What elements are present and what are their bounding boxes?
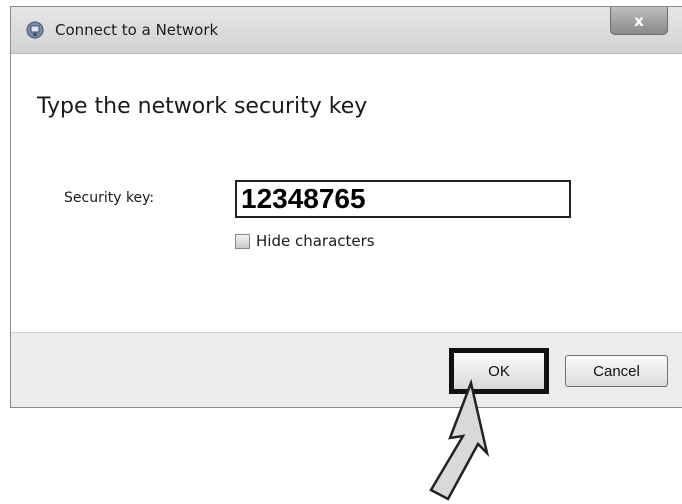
- hide-characters-option[interactable]: Hide characters: [235, 232, 375, 250]
- network-icon: [26, 21, 44, 39]
- close-button[interactable]: x: [610, 7, 668, 35]
- close-icon: x: [634, 11, 644, 30]
- button-bar: OK Cancel: [11, 332, 682, 407]
- cancel-button[interactable]: Cancel: [565, 355, 668, 387]
- ok-button[interactable]: OK: [449, 348, 549, 394]
- security-key-input[interactable]: [235, 180, 571, 218]
- connect-network-dialog: Connect to a Network x Type the network …: [10, 6, 682, 408]
- hide-characters-checkbox[interactable]: [235, 233, 250, 249]
- title-bar[interactable]: Connect to a Network x: [11, 7, 682, 54]
- page-title: Type the network security key: [37, 94, 368, 119]
- dialog-content: Type the network security key Security k…: [11, 54, 682, 332]
- hide-characters-label: Hide characters: [256, 232, 375, 250]
- window-title: Connect to a Network: [55, 21, 219, 39]
- security-key-label: Security key:: [64, 190, 155, 206]
